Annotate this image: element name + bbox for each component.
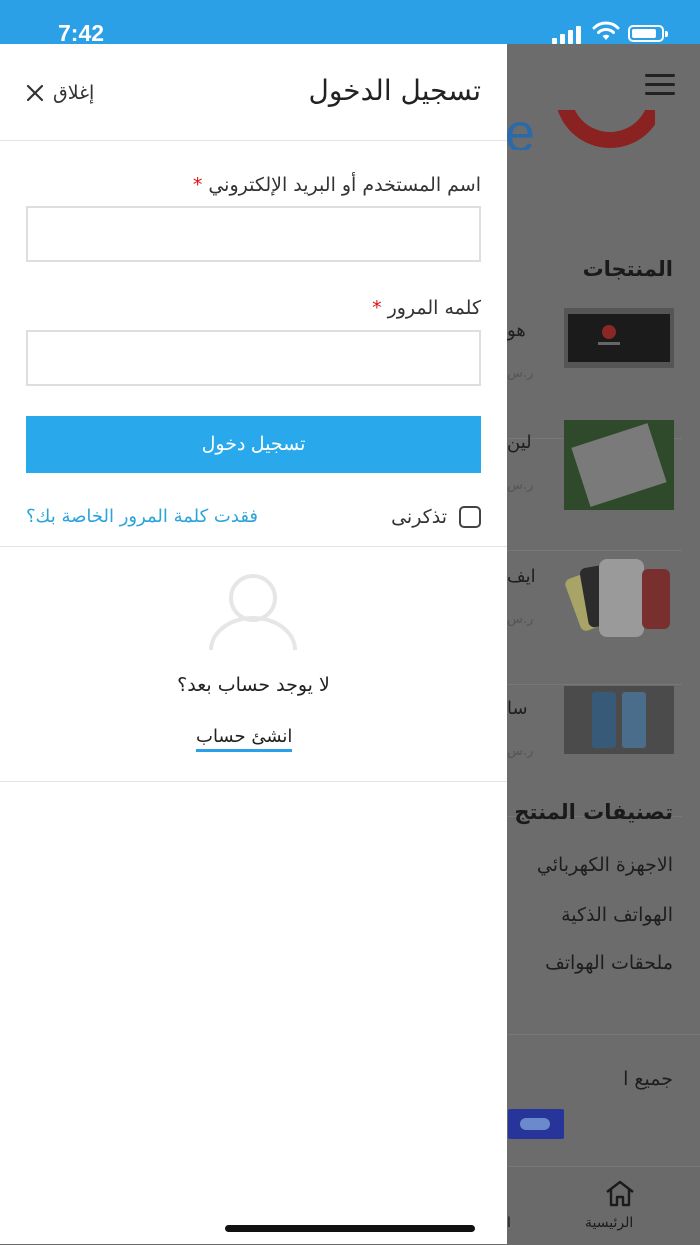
product-image <box>564 686 674 754</box>
remember-label: تذكرنى <box>391 506 447 528</box>
tab-home-label[interactable]: الرئيسية <box>585 1215 633 1231</box>
required-mark: * <box>192 174 203 196</box>
product-title: لين <box>507 432 532 453</box>
menu-icon[interactable] <box>645 74 675 96</box>
status-bar: 7:42 <box>0 0 700 46</box>
product-item[interactable]: ايف ر.س <box>507 554 682 685</box>
payment-card-icon <box>508 1109 564 1139</box>
product-price: ر.س <box>507 612 534 627</box>
password-input[interactable] <box>26 330 481 386</box>
product-image <box>564 554 674 644</box>
drawer-header: تسجيل الدخول إغلاق <box>0 44 507 141</box>
category-item[interactable]: ملحقات الهواتف <box>545 952 673 974</box>
product-price: ر.س <box>507 744 534 759</box>
tab-partial-label[interactable]: ا <box>507 1215 511 1231</box>
remember-me[interactable]: تذكرنى <box>391 506 481 528</box>
close-icon <box>26 84 44 102</box>
user-avatar-icon <box>209 574 297 651</box>
signal-icon <box>552 26 582 44</box>
product-image <box>564 420 674 510</box>
product-title: هو <box>507 320 526 341</box>
product-price: ر.س <box>507 366 534 381</box>
forgot-password-link[interactable]: فقدت كلمة المرور الخاصة بك؟ <box>26 506 258 527</box>
remember-checkbox[interactable] <box>459 506 481 528</box>
divider <box>0 781 507 782</box>
username-label: اسم المستخدم أو البريد الإلكتروني* <box>192 174 481 196</box>
category-item[interactable]: الهواتف الذكية <box>561 904 673 926</box>
password-label: كلمه المرور* <box>372 297 481 319</box>
category-item[interactable]: الاجهزة الكهربائي <box>537 854 673 876</box>
no-account-text: لا يوجد حساب بعد؟ <box>177 674 330 696</box>
product-price: ر.س <box>507 478 534 493</box>
product-title: سا <box>507 698 528 719</box>
product-title: ايف <box>507 566 536 587</box>
required-mark: * <box>372 297 382 319</box>
username-input[interactable] <box>26 206 481 262</box>
home-icon[interactable] <box>604 1179 636 1207</box>
bottom-tab-bar: الرئيسية ا <box>507 1166 700 1245</box>
wifi-icon <box>592 21 620 40</box>
home-indicator <box>225 1225 475 1232</box>
brand-logo: e <box>505 110 655 150</box>
product-item[interactable]: سا ر.س <box>507 686 682 817</box>
products-heading: المنتجات <box>582 257 673 281</box>
login-button[interactable]: تسجيل دخول <box>26 416 481 473</box>
create-account-link[interactable]: انشئ حساب <box>196 726 293 752</box>
divider <box>0 546 507 547</box>
product-item[interactable]: لين ر.س <box>507 420 682 551</box>
product-image <box>564 308 674 368</box>
close-button[interactable]: إغلاق <box>25 78 94 108</box>
status-time: 7:42 <box>58 20 105 46</box>
login-drawer: تسجيل الدخول إغلاق اسم المستخدم أو البري… <box>0 44 507 1244</box>
battery-icon <box>628 25 668 42</box>
all-payment-label: جميع ا <box>623 1068 673 1090</box>
footer-divider <box>507 1034 700 1035</box>
categories-heading: تصنيفات المنتج <box>514 800 673 824</box>
drawer-title: تسجيل الدخول <box>308 74 481 107</box>
close-label: إغلاق <box>53 82 95 104</box>
